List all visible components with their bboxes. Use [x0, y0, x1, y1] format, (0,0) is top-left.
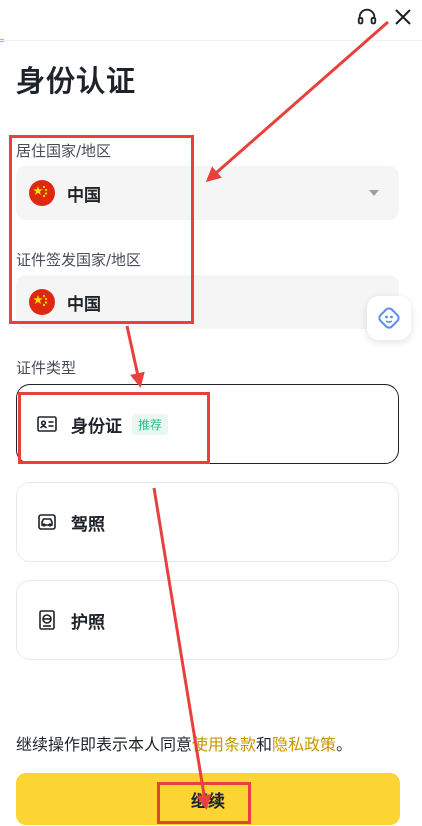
issuing-label: 证件签发国家/地区: [16, 251, 142, 269]
doc-option-label: 护照: [71, 612, 105, 633]
china-flag-icon: [29, 180, 55, 206]
chevron-down-icon: [369, 190, 379, 196]
terms-and: 和: [256, 735, 273, 754]
annotation-arrow: [125, 325, 145, 388]
terms-of-use-link[interactable]: 使用条款: [192, 735, 256, 754]
page-title: 身份认证: [16, 64, 137, 98]
residence-label: 居住国家/地区: [16, 142, 112, 160]
assistant-bot-icon[interactable]: [367, 296, 411, 340]
close-icon[interactable]: [390, 4, 416, 30]
doc-option-label: 驾照: [71, 514, 105, 535]
header-divider: [0, 40, 422, 41]
id-card-icon: [35, 412, 59, 436]
doc-option-id-card[interactable]: 身份证 推荐: [16, 384, 399, 464]
terms-prefix: 继续操作即表示本人同意: [16, 735, 193, 754]
residence-value: 中国: [67, 185, 101, 206]
headset-icon[interactable]: [354, 4, 380, 30]
issuing-country-select[interactable]: 中国: [16, 275, 399, 329]
doc-type-label: 证件类型: [16, 359, 77, 377]
doc-option-driver-license[interactable]: 驾照: [16, 482, 399, 562]
passport-icon: [35, 608, 59, 632]
issuing-value: 中国: [67, 294, 101, 315]
residence-country-select[interactable]: 中国: [16, 166, 399, 220]
terms-text: 继续操作即表示本人同意使用条款和隐私政策。: [16, 731, 352, 755]
annotation-arrow: [205, 20, 389, 182]
terms-suffix: 。: [336, 735, 353, 754]
doc-option-passport[interactable]: 护照: [16, 580, 399, 660]
continue-button[interactable]: 继续: [16, 773, 400, 825]
privacy-policy-link[interactable]: 隐私政策: [272, 735, 336, 754]
china-flag-icon: [29, 289, 55, 315]
doc-option-label: 身份证: [71, 416, 122, 437]
recommended-badge: 推荐: [132, 413, 169, 435]
driver-license-icon: [35, 510, 59, 534]
